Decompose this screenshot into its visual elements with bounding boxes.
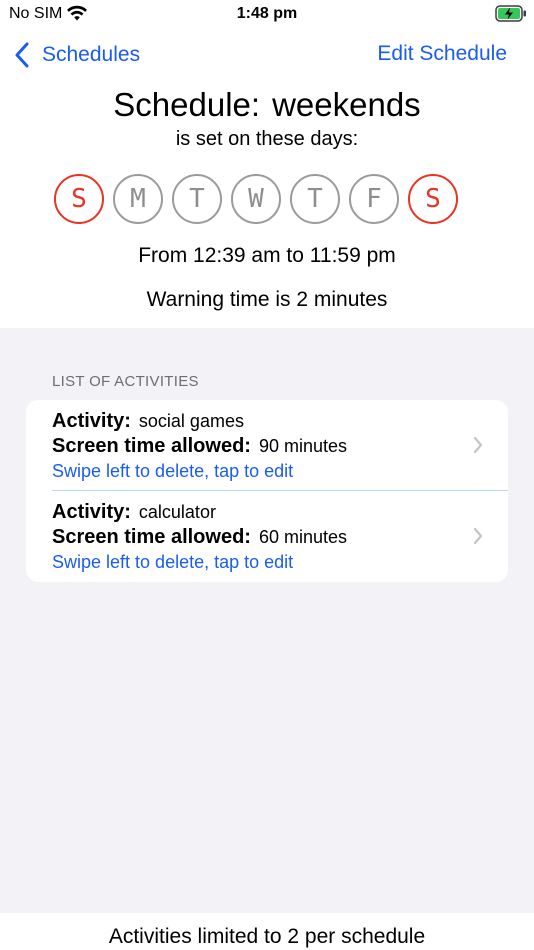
- footer-note: Activities limited to 2 per schedule: [108, 925, 426, 948]
- screen-time-line: Screen time allowed: 60 minutes: [52, 526, 347, 549]
- row-hint: Swipe left to delete, tap to edit: [52, 552, 294, 572]
- activity-row[interactable]: Activity: social games Screen time allowe…: [26, 400, 508, 491]
- screen-time-line: Screen time allowed: 90 minutes: [52, 435, 347, 458]
- days-subtitle: is set on these days:: [175, 128, 359, 150]
- day-sunday[interactable]: S: [54, 174, 104, 224]
- activity-name: calculator: [138, 502, 216, 522]
- activity-label: Activity:: [52, 501, 131, 523]
- activity-label: Activity:: [52, 410, 131, 432]
- chevron-right-icon: [473, 527, 483, 545]
- day-wednesday[interactable]: W: [231, 174, 281, 224]
- page-title: Schedule: weekends: [0, 86, 534, 124]
- title-prefix: Schedule:: [113, 86, 261, 123]
- screen-time-label: Screen time allowed:: [52, 435, 251, 457]
- battery-charging-icon: [495, 5, 526, 22]
- day-monday[interactable]: M: [113, 174, 163, 224]
- activities-list: Activity: social games Screen time allowe…: [26, 400, 508, 582]
- day-friday[interactable]: F: [349, 174, 399, 224]
- activities-section-header: LIST OF ACTIVITIES: [52, 373, 199, 390]
- day-selector: S M T W T F S: [54, 174, 467, 224]
- chevron-left-icon: [15, 42, 29, 68]
- screen-time-value: 60 minutes: [258, 527, 348, 547]
- screen-time-value: 90 minutes: [258, 436, 348, 456]
- activity-line: Activity: calculator: [52, 501, 216, 524]
- schedule-name: weekends: [272, 86, 421, 123]
- chevron-right-icon: [473, 436, 483, 454]
- warning-time: Warning time is 2 minutes: [146, 288, 388, 311]
- back-button[interactable]: Schedules: [14, 40, 140, 70]
- footer-bar: Activities limited to 2 per schedule: [0, 913, 534, 950]
- screen-time-label: Screen time allowed:: [52, 526, 251, 548]
- edit-schedule-button[interactable]: Edit Schedule: [377, 42, 507, 66]
- activity-name: social games: [138, 411, 244, 431]
- status-time: 1:48 pm: [236, 5, 298, 22]
- day-saturday[interactable]: S: [408, 174, 458, 224]
- activity-line: Activity: social games: [52, 410, 244, 433]
- status-bar: No SIM 1:48 pm: [0, 0, 534, 28]
- time-range: From 12:39 am to 11:59 pm: [138, 244, 396, 267]
- back-button-label: Schedules: [42, 43, 141, 66]
- activity-row[interactable]: Activity: calculator Screen time allowed:…: [26, 491, 508, 582]
- schedule-summary-panel: No SIM 1:48 pm Schedules Edit Schedule S…: [0, 0, 534, 328]
- day-thursday[interactable]: T: [290, 174, 340, 224]
- day-tuesday[interactable]: T: [172, 174, 222, 224]
- row-hint: Swipe left to delete, tap to edit: [52, 461, 294, 481]
